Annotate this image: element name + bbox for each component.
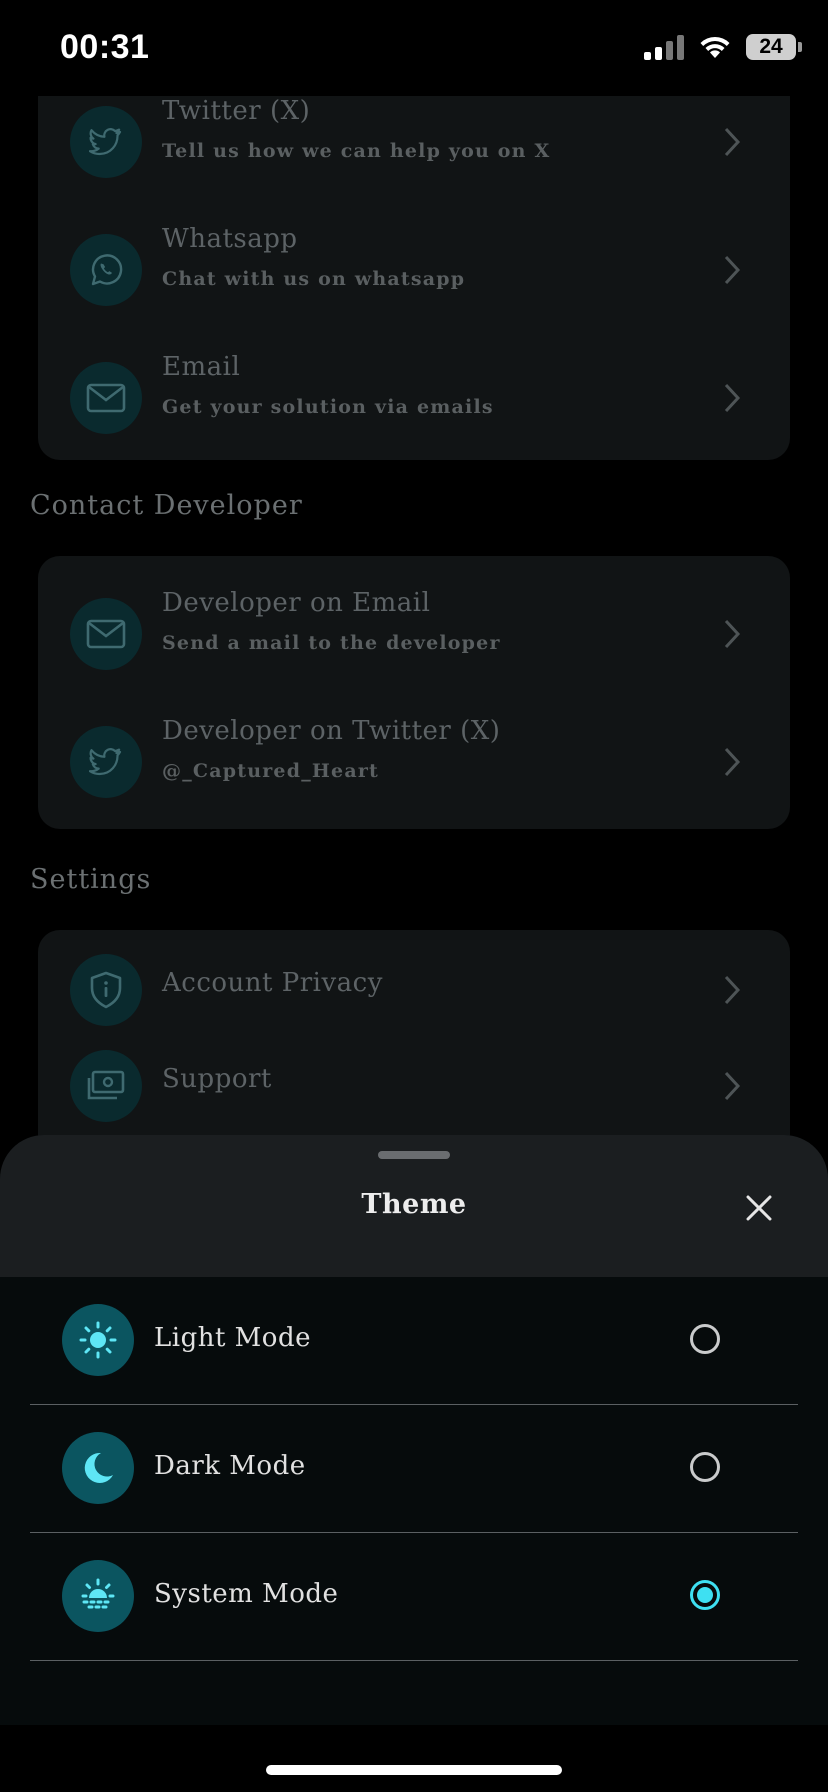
moon-icon [62,1432,134,1504]
home-indicator[interactable] [266,1765,562,1775]
developer-twitter-handle: @_Captured_Heart [162,760,380,782]
developer-email-title: Developer on Email [162,588,431,618]
chevron-right-icon [724,383,741,413]
developer-email-subtitle: Send a mail to the developer [162,632,501,654]
sheet-grabber-handle[interactable] [378,1151,450,1159]
support-icon [70,1050,142,1122]
sun-icon [62,1304,134,1376]
developer-twitter-row[interactable]: Developer on Twitter (X) @_Captured_Hear… [38,702,790,822]
dark-mode-label: Dark Mode [154,1451,306,1481]
light-mode-radio[interactable] [690,1324,720,1354]
dark-mode-option[interactable]: Dark Mode [30,1405,798,1533]
wifi-icon [700,36,730,58]
email-title: Email [162,352,241,382]
settings-card: Account Privacy Support [38,930,790,1136]
account-privacy-title: Account Privacy [162,968,383,998]
support-row[interactable]: Support [38,1026,790,1136]
dark-mode-radio[interactable] [690,1452,720,1482]
twitter-row[interactable]: Twitter (X) Tell us how we can help you … [38,96,790,202]
mail-icon [70,598,142,670]
chevron-right-icon [724,975,741,1005]
chevron-right-icon [724,1071,741,1101]
system-mode-radio[interactable] [690,1580,720,1610]
chevron-right-icon [724,747,741,777]
developer-twitter-title: Developer on Twitter (X) [162,716,501,746]
theme-bottom-sheet: Theme Light Mode Dark Mode System Mode [0,1135,828,1725]
twitter-bird-icon [70,106,142,178]
email-row[interactable]: Email Get your solution via emails [38,338,790,458]
cellular-signal-icon [644,34,684,60]
whatsapp-subtitle: Chat with us on whatsapp [162,268,466,290]
system-mode-label: System Mode [154,1579,339,1609]
developer-email-row[interactable]: Developer on Email Send a mail to the de… [38,574,790,694]
battery-icon: 24 [746,34,802,60]
whatsapp-row[interactable]: Whatsapp Chat with us on whatsapp [38,210,790,330]
sunset-icon [62,1560,134,1632]
system-mode-option[interactable]: System Mode [30,1533,798,1661]
mail-icon [70,362,142,434]
light-mode-option[interactable]: Light Mode [30,1277,798,1405]
help-settings-screen: Twitter (X) Tell us how we can help you … [0,96,828,1136]
twitter-subtitle: Tell us how we can help you on X [162,140,551,162]
chevron-right-icon [724,255,741,285]
email-subtitle: Get your solution via emails [162,396,494,418]
support-title: Support [162,1064,272,1094]
support-card: Twitter (X) Tell us how we can help you … [38,96,790,460]
close-icon[interactable] [744,1193,774,1223]
settings-heading: Settings [30,864,152,895]
shield-info-icon [70,954,142,1026]
status-time: 00:31 [60,28,150,66]
contact-developer-heading: Contact Developer [30,490,303,521]
chevron-right-icon [724,127,741,157]
status-icons: 24 [644,34,802,60]
contact-developer-card: Developer on Email Send a mail to the de… [38,556,790,829]
twitter-bird-icon [70,726,142,798]
chevron-right-icon [724,619,741,649]
light-mode-label: Light Mode [154,1323,311,1353]
status-bar: 00:31 24 [0,0,828,96]
theme-sheet-header: Theme [0,1135,828,1277]
twitter-title: Twitter (X) [162,96,311,126]
whatsapp-title: Whatsapp [162,224,298,254]
theme-sheet-title: Theme [361,1189,467,1220]
whatsapp-icon [70,234,142,306]
